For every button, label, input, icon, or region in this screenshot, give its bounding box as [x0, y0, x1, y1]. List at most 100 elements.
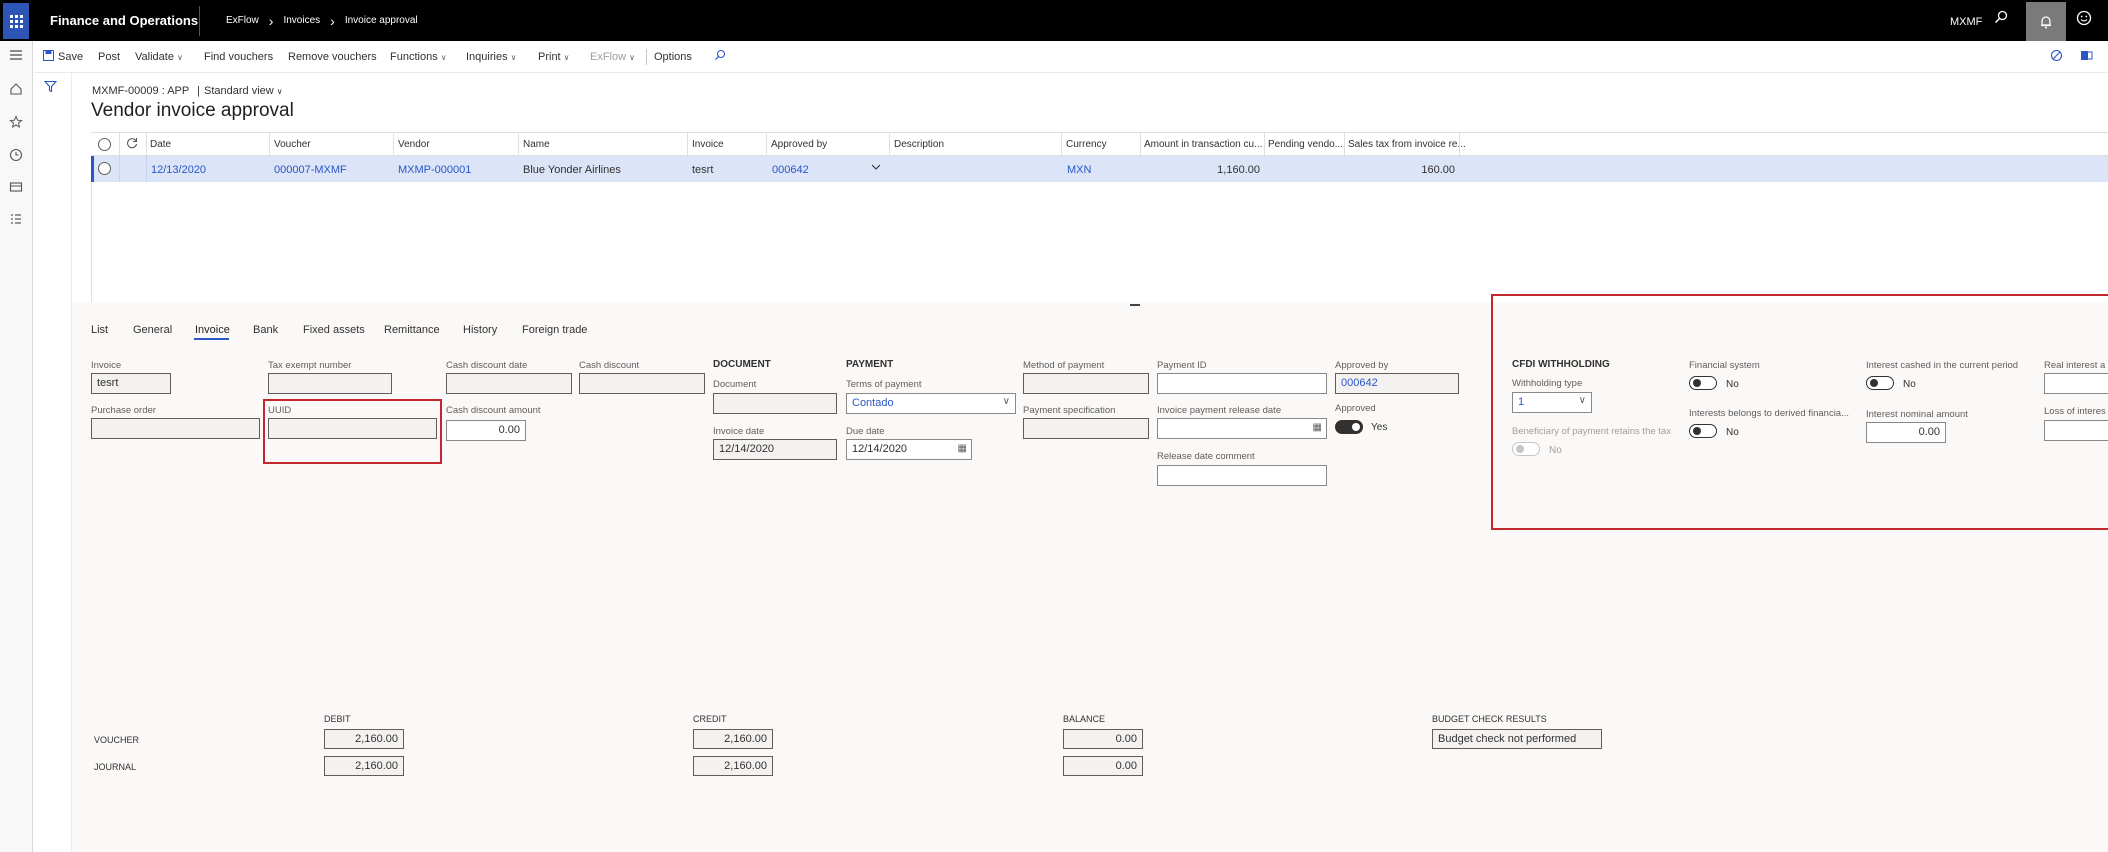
- beneficiary-toggle[interactable]: [1512, 442, 1540, 456]
- functions-button[interactable]: Functions ∨: [390, 51, 447, 63]
- star-icon[interactable]: [7, 115, 25, 133]
- approved-toggle[interactable]: [1335, 420, 1363, 434]
- col-sales-tax[interactable]: Sales tax from invoice re...: [1348, 139, 1468, 150]
- col-amount[interactable]: Amount in transaction cu...: [1144, 139, 1262, 150]
- invoice-label: Invoice: [91, 360, 122, 371]
- workspace-icon[interactable]: [7, 180, 25, 198]
- financial-system-toggle[interactable]: [1689, 376, 1717, 390]
- interest-nominal-field[interactable]: 0.00: [1866, 422, 1946, 443]
- col-vendor[interactable]: Vendor: [398, 139, 430, 150]
- company-picker[interactable]: MXMF: [1950, 16, 1982, 28]
- search-icon[interactable]: [1994, 10, 2016, 32]
- tab-bank[interactable]: Bank: [253, 324, 278, 336]
- breadcrumb-invoice-approval[interactable]: Invoice approval: [345, 15, 418, 26]
- invoice-date-field[interactable]: 12/14/2020: [713, 439, 837, 460]
- breadcrumb-invoices[interactable]: Invoices: [283, 15, 320, 26]
- invoice-field[interactable]: tesrt: [91, 373, 171, 394]
- post-button[interactable]: Post: [98, 51, 120, 63]
- col-approved-by[interactable]: Approved by: [771, 139, 827, 150]
- payment-id-field[interactable]: [1157, 373, 1327, 394]
- exflow-button[interactable]: ExFlow ∨: [590, 51, 635, 63]
- withholding-type-select[interactable]: 1 ∨: [1512, 392, 1592, 413]
- cash-discount-label: Cash discount: [579, 360, 640, 371]
- col-voucher[interactable]: Voucher: [274, 139, 311, 150]
- app-launcher-icon[interactable]: [3, 3, 29, 39]
- row-currency[interactable]: MXN: [1067, 164, 1091, 176]
- col-date[interactable]: Date: [150, 139, 171, 150]
- toggle-knob: [1516, 445, 1524, 453]
- app-title[interactable]: Finance and Operations: [50, 13, 198, 28]
- approved-by-field[interactable]: 000642: [1335, 373, 1459, 394]
- tax-exempt-field[interactable]: [268, 373, 392, 394]
- tab-invoice[interactable]: Invoice: [195, 324, 230, 336]
- row-voucher[interactable]: 000007-MXMF: [274, 164, 347, 176]
- real-interest-field[interactable]: [2044, 373, 2108, 394]
- due-date-field[interactable]: 12/14/2020 ▦: [846, 439, 972, 460]
- release-date-field[interactable]: ▦: [1157, 418, 1327, 439]
- diamond-icon[interactable]: [2050, 49, 2063, 65]
- office-icon[interactable]: [2080, 49, 2093, 65]
- find-vouchers-button[interactable]: Find vouchers: [204, 51, 273, 63]
- bell-icon[interactable]: [2026, 2, 2066, 41]
- chevron-down-icon[interactable]: [871, 162, 881, 175]
- payment-section-header: PAYMENT: [846, 359, 894, 370]
- uuid-highlight-box: [263, 399, 442, 464]
- table-row[interactable]: 12/13/2020 000007-MXMF MXMP-000001 Blue …: [91, 156, 2108, 182]
- select-all-checkbox[interactable]: [98, 138, 111, 151]
- cash-discount-amount-field[interactable]: 0.00: [446, 420, 526, 441]
- modules-icon[interactable]: [7, 212, 25, 230]
- breadcrumb-exflow[interactable]: ExFlow: [226, 15, 259, 26]
- row-approved-by[interactable]: 000642: [772, 164, 809, 176]
- terms-of-payment-select[interactable]: Contado ∨: [846, 393, 1016, 414]
- save-icon[interactable]: [43, 50, 54, 64]
- smiley-icon[interactable]: [2073, 10, 2095, 32]
- calendar-icon[interactable]: ▦: [1313, 422, 1322, 433]
- tab-remittance[interactable]: Remittance: [384, 324, 440, 336]
- cash-discount-field[interactable]: [579, 373, 705, 394]
- financial-system-label: Financial system: [1689, 360, 1760, 371]
- row-vendor[interactable]: MXMP-000001: [398, 164, 471, 176]
- tab-list[interactable]: List: [91, 324, 108, 336]
- chevron-down-icon: ∨: [276, 87, 283, 96]
- col-currency[interactable]: Currency: [1066, 139, 1107, 150]
- tab-history[interactable]: History: [463, 324, 497, 336]
- view-selector[interactable]: Standard view ∨: [204, 85, 283, 97]
- splitter-handle[interactable]: [1130, 304, 1140, 306]
- voucher-row-label: VOUCHER: [94, 735, 140, 745]
- filter-strip: [34, 73, 72, 852]
- filter-icon[interactable]: [43, 80, 58, 96]
- journal-credit-field: 2,160.00: [693, 756, 773, 776]
- print-button[interactable]: Print ∨: [538, 51, 569, 63]
- col-description[interactable]: Description: [894, 139, 944, 150]
- method-of-payment-field[interactable]: [1023, 373, 1149, 394]
- document-field[interactable]: [713, 393, 837, 414]
- col-name[interactable]: Name: [523, 139, 550, 150]
- cash-discount-date-field[interactable]: [446, 373, 572, 394]
- col-invoice[interactable]: Invoice: [692, 139, 724, 150]
- hamburger-icon[interactable]: [7, 49, 25, 67]
- clock-icon[interactable]: [7, 148, 25, 166]
- tab-general[interactable]: General: [133, 324, 172, 336]
- calendar-icon[interactable]: ▦: [958, 443, 967, 454]
- remove-vouchers-button[interactable]: Remove vouchers: [288, 51, 377, 63]
- purchase-order-field[interactable]: [91, 418, 260, 439]
- release-comment-field[interactable]: [1157, 465, 1327, 486]
- home-icon[interactable]: [7, 82, 25, 100]
- row-select-checkbox[interactable]: [98, 162, 111, 175]
- inquiries-button[interactable]: Inquiries ∨: [466, 51, 516, 63]
- options-button[interactable]: Options: [654, 51, 692, 63]
- row-date[interactable]: 12/13/2020: [151, 164, 206, 176]
- interest-cashed-toggle[interactable]: [1866, 376, 1894, 390]
- tab-fixed-assets[interactable]: Fixed assets: [303, 324, 365, 336]
- search-icon[interactable]: [714, 49, 726, 64]
- column-divider: [393, 133, 394, 157]
- save-button[interactable]: Save: [58, 51, 83, 63]
- col-pending[interactable]: Pending vendo...: [1268, 139, 1344, 150]
- interests-derived-toggle[interactable]: [1689, 424, 1717, 438]
- validate-button[interactable]: Validate ∨: [135, 51, 183, 63]
- due-date-value: 12/14/2020: [852, 443, 908, 455]
- refresh-icon[interactable]: [126, 137, 138, 152]
- tab-foreign-trade[interactable]: Foreign trade: [522, 324, 587, 336]
- loss-interest-field[interactable]: [2044, 420, 2108, 441]
- payment-specification-field[interactable]: [1023, 418, 1149, 439]
